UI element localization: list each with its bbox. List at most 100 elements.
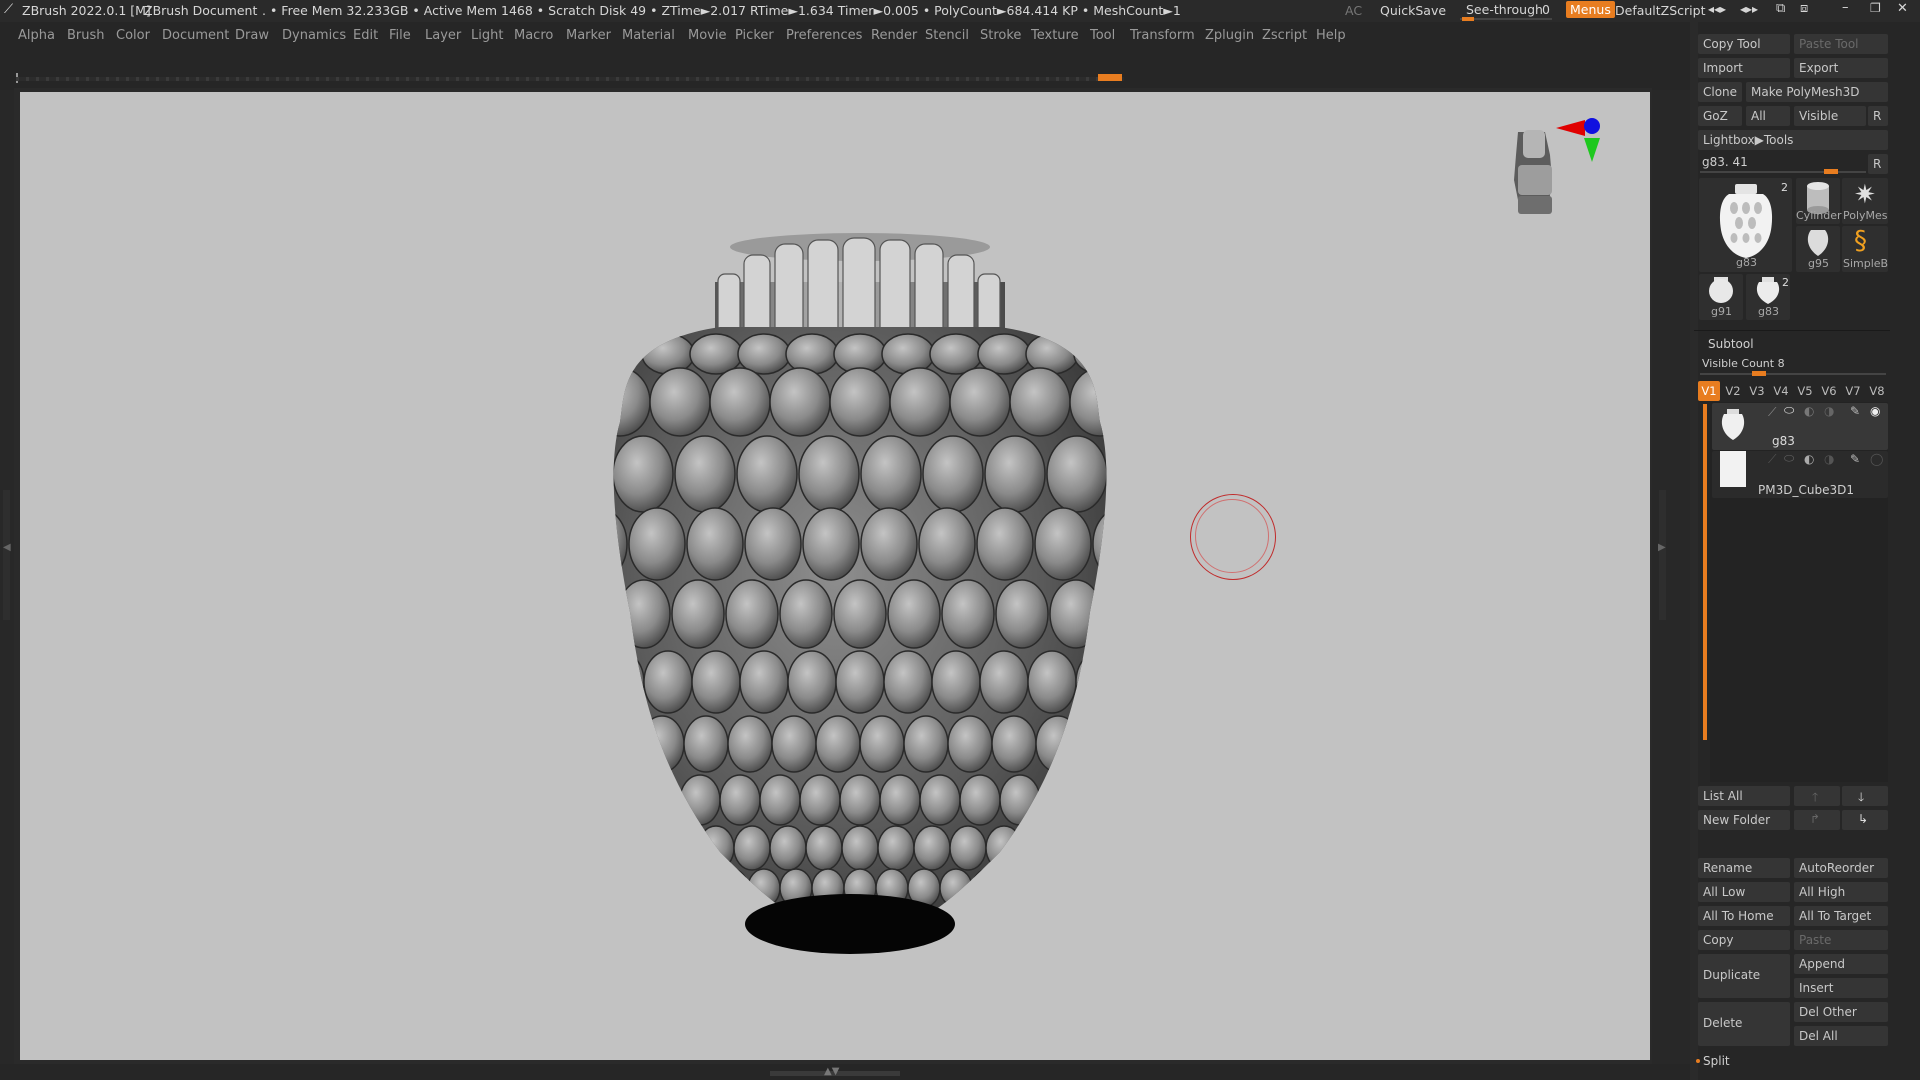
menu-stroke[interactable]: Stroke [980, 28, 1021, 43]
document-canvas[interactable] [20, 92, 1650, 1060]
left-tray-handle[interactable] [3, 490, 10, 620]
tool-thumb-g95[interactable]: g95 [1796, 226, 1840, 272]
close-icon[interactable]: ✕ [1897, 1, 1908, 16]
menu-brush[interactable]: Brush [67, 28, 105, 43]
all-high-button[interactable]: All High [1794, 882, 1888, 902]
visible-count-slider[interactable]: Visible Count 8 [1702, 357, 1785, 370]
right-tray-arrow-icon[interactable]: ▶ [1658, 542, 1666, 553]
menu-color[interactable]: Color [116, 28, 150, 43]
bottom-tray-arrow-icon[interactable]: ▲▼ [824, 1066, 839, 1077]
ac-label[interactable]: AC [1345, 3, 1362, 18]
subtool-item-g83[interactable]: ⟋ ⬭ ◐ ◑ ✎ ◉ g83 [1712, 403, 1888, 450]
tool-thumb-simplebrush[interactable]: § SimpleB [1842, 226, 1888, 272]
tool-thumb-cylinder[interactable]: Cylinder [1796, 178, 1842, 224]
subtool-header[interactable]: Subtool [1708, 337, 1754, 351]
del-other-button[interactable]: Del Other [1794, 1002, 1888, 1022]
eye-icon[interactable]: ◯ [1870, 452, 1883, 466]
folder-move-button[interactable]: ↳ [1842, 810, 1888, 830]
script-name[interactable]: DefaultZScript [1615, 3, 1706, 18]
goz-r-button[interactable]: R [1868, 106, 1888, 126]
menu-tool[interactable]: Tool [1090, 28, 1115, 43]
timeline-marker[interactable] [1098, 74, 1122, 81]
left-tray-arrow-icon[interactable]: ◀ [3, 542, 11, 553]
duplicate-button[interactable]: Duplicate [1698, 954, 1790, 998]
import-button[interactable]: Import [1698, 58, 1790, 78]
timeline-ruler[interactable] [16, 77, 1124, 81]
all-to-home-button[interactable]: All To Home [1698, 906, 1790, 926]
current-tool-slider[interactable]: g83. 41 [1702, 155, 1748, 169]
menu-movie[interactable]: Movie [688, 28, 726, 43]
menu-edit[interactable]: Edit [353, 28, 378, 43]
subtool-list-scrollbar[interactable] [1703, 404, 1707, 740]
menu-zscript[interactable]: Zscript [1262, 28, 1307, 43]
tool-thumb-g83-small[interactable]: 2 g83 [1746, 274, 1790, 320]
menu-material[interactable]: Material [622, 28, 675, 43]
copy-tool-button[interactable]: Copy Tool [1698, 34, 1790, 54]
panel-scroll[interactable] [1690, 22, 1698, 1080]
edit-toggle-icon[interactable]: ✎ [1850, 452, 1860, 466]
dynamic-toggle-icon[interactable]: ◑ [1824, 404, 1834, 418]
paste-button[interactable]: Paste [1794, 930, 1888, 950]
menu-alpha[interactable]: Alpha [18, 28, 55, 43]
solo-toggle-icon[interactable]: ◐ [1804, 452, 1814, 466]
menu-file[interactable]: File [389, 28, 411, 43]
export-button[interactable]: Export [1794, 58, 1888, 78]
tool-r-button[interactable]: R [1868, 154, 1888, 174]
all-low-button[interactable]: All Low [1698, 882, 1790, 902]
window-swap-icon[interactable]: ⧈ [1800, 1, 1808, 16]
menu-draw[interactable]: Draw [235, 28, 269, 43]
menu-macro[interactable]: Macro [514, 28, 553, 43]
menu-transform[interactable]: Transform [1130, 28, 1195, 43]
menu-zplugin[interactable]: Zplugin [1205, 28, 1254, 43]
make-polymesh-button[interactable]: Make PolyMesh3D [1746, 82, 1888, 102]
zbrush-logo-icon[interactable]: ⟋ [4, 2, 13, 17]
minimize-icon[interactable]: – [1842, 0, 1849, 15]
layout-arrows2-icon[interactable]: ◂▸▸ [1740, 2, 1758, 16]
goz-button[interactable]: GoZ [1698, 106, 1742, 126]
polyfill-toggle-icon[interactable]: ⬭ [1784, 403, 1794, 418]
subtool-item-cube[interactable]: ⟋ ⬭ ◐ ◑ ✎ ◯ PM3D_Cube3D1 [1712, 451, 1888, 498]
copy-button[interactable]: Copy [1698, 930, 1790, 950]
all-to-target-button[interactable]: All To Target [1794, 906, 1888, 926]
autoreorder-button[interactable]: AutoReorder [1794, 858, 1888, 878]
brush-icon[interactable]: ⟋ [1768, 452, 1776, 467]
new-folder-button[interactable]: New Folder [1698, 810, 1790, 830]
visibility-tab-v8[interactable]: V8 [1866, 381, 1888, 401]
solo-toggle-icon[interactable]: ◐ [1804, 404, 1814, 418]
menu-picker[interactable]: Picker [735, 28, 774, 43]
list-all-button[interactable]: List All [1698, 786, 1790, 806]
tool-thumb-g91[interactable]: g91 [1699, 274, 1743, 320]
menu-document[interactable]: Document [162, 28, 229, 43]
lightbox-tools-button[interactable]: Lightbox▶Tools [1698, 130, 1888, 150]
see-through-slider[interactable]: See-through 0 [1460, 1, 1552, 21]
insert-button[interactable]: Insert [1794, 978, 1888, 998]
menu-help[interactable]: Help [1316, 28, 1346, 43]
eye-icon[interactable]: ◉ [1870, 404, 1880, 418]
right-tray-handle[interactable] [1659, 490, 1666, 620]
del-all-button[interactable]: Del All [1794, 1026, 1888, 1046]
window-tile-icon[interactable]: ⧉ [1776, 1, 1785, 16]
folder-action-button[interactable]: ↱ [1794, 810, 1840, 830]
menu-stencil[interactable]: Stencil [925, 28, 969, 43]
goz-visible-button[interactable]: Visible [1794, 106, 1866, 126]
brush-icon[interactable]: ⟋ [1768, 405, 1776, 420]
visibility-tab-v3[interactable]: V3 [1746, 381, 1768, 401]
visibility-tab-v1[interactable]: V1 [1698, 381, 1720, 401]
paste-tool-button[interactable]: Paste Tool [1794, 34, 1888, 54]
edit-toggle-icon[interactable]: ✎ [1850, 404, 1860, 418]
right-tray[interactable] [1652, 90, 1690, 1080]
visibility-tab-v2[interactable]: V2 [1722, 381, 1744, 401]
append-button[interactable]: Append [1794, 954, 1888, 974]
menu-texture[interactable]: Texture [1031, 28, 1079, 43]
polyfill-toggle-icon[interactable]: ⬭ [1784, 451, 1794, 466]
dynamic-toggle-icon[interactable]: ◑ [1824, 452, 1834, 466]
tool-thumb-polymesh[interactable]: ✷ PolyMes [1842, 178, 1888, 224]
visibility-tab-v4[interactable]: V4 [1770, 381, 1792, 401]
tool-slider-track[interactable] [1700, 171, 1866, 173]
menus-toggle[interactable]: Menus [1566, 1, 1615, 18]
layout-arrows-icon[interactable]: ◂◂▸ [1708, 2, 1726, 16]
visible-count-track[interactable] [1700, 373, 1886, 375]
goz-all-button[interactable]: All [1746, 106, 1790, 126]
menu-preferences[interactable]: Preferences [786, 28, 862, 43]
clone-button[interactable]: Clone [1698, 82, 1742, 102]
